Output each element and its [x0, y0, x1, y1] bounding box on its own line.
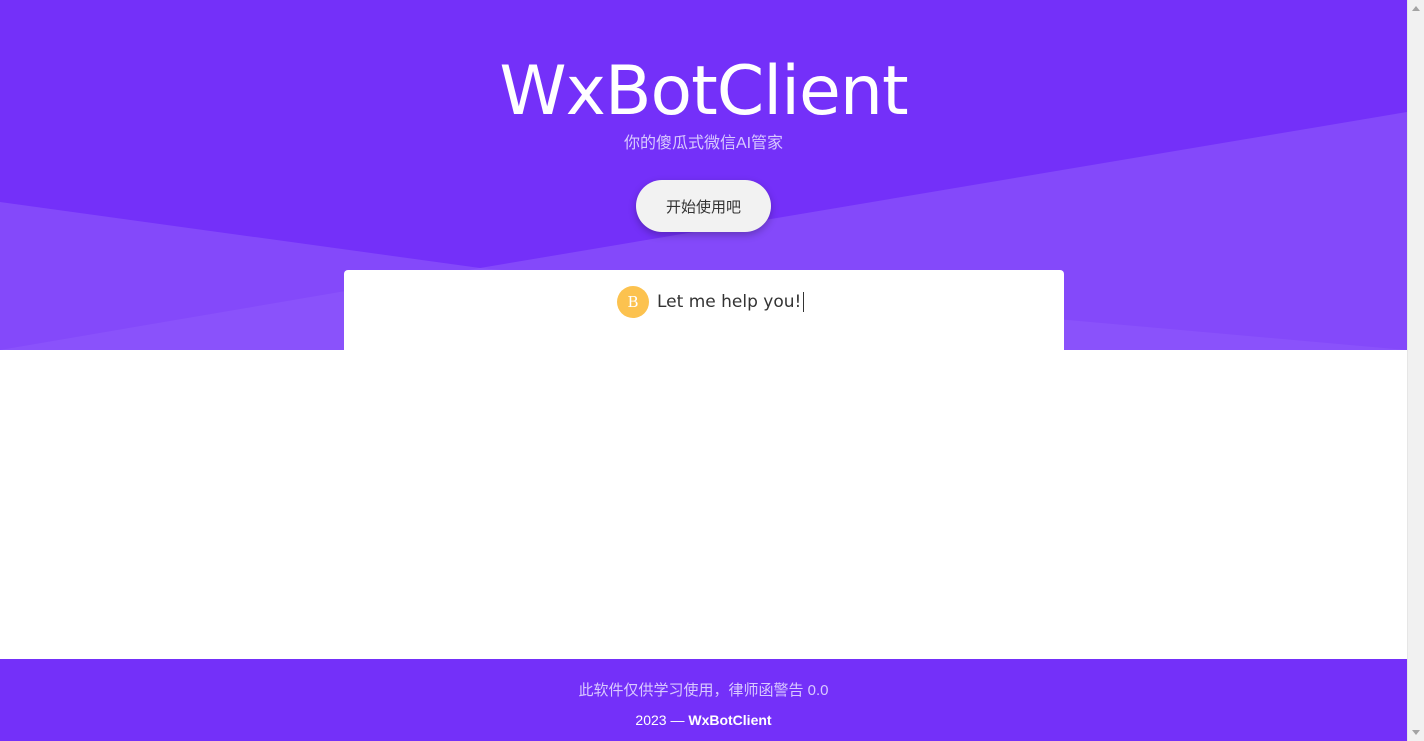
footer-copyright: 2023 — WxBotClient — [0, 712, 1407, 728]
text-caret — [803, 292, 805, 312]
footer-notice: 此软件仅供学习使用，律师函警告 0.0 — [578, 682, 829, 699]
scroll-down-arrow-icon[interactable] — [1412, 730, 1420, 735]
chat-card: B Let me help you! — [344, 270, 1064, 350]
typed-text: Let me help you! — [657, 292, 802, 312]
chat-message: B Let me help you! — [617, 286, 805, 318]
get-started-button[interactable]: 开始使用吧 — [636, 180, 771, 232]
footer-year: 2023 — — [635, 712, 689, 728]
page: WxBotClient 你的傻瓜式微信AI管家 开始使用吧 B Let me h… — [0, 0, 1407, 741]
scroll-up-arrow-icon[interactable] — [1412, 6, 1420, 11]
vertical-scrollbar[interactable] — [1407, 0, 1424, 741]
footer-brand: WxBotClient — [688, 712, 772, 728]
footer: 此软件仅供学习使用，律师函警告 0.0 2023 — WxBotClient — [0, 659, 1407, 741]
page-title: WxBotClient — [499, 52, 908, 131]
hero-section: WxBotClient 你的傻瓜式微信AI管家 开始使用吧 B Let me h… — [0, 0, 1407, 350]
page-subtitle: 你的傻瓜式微信AI管家 — [623, 135, 784, 152]
chat-message-text: Let me help you! — [657, 292, 805, 312]
bot-avatar: B — [617, 286, 649, 318]
